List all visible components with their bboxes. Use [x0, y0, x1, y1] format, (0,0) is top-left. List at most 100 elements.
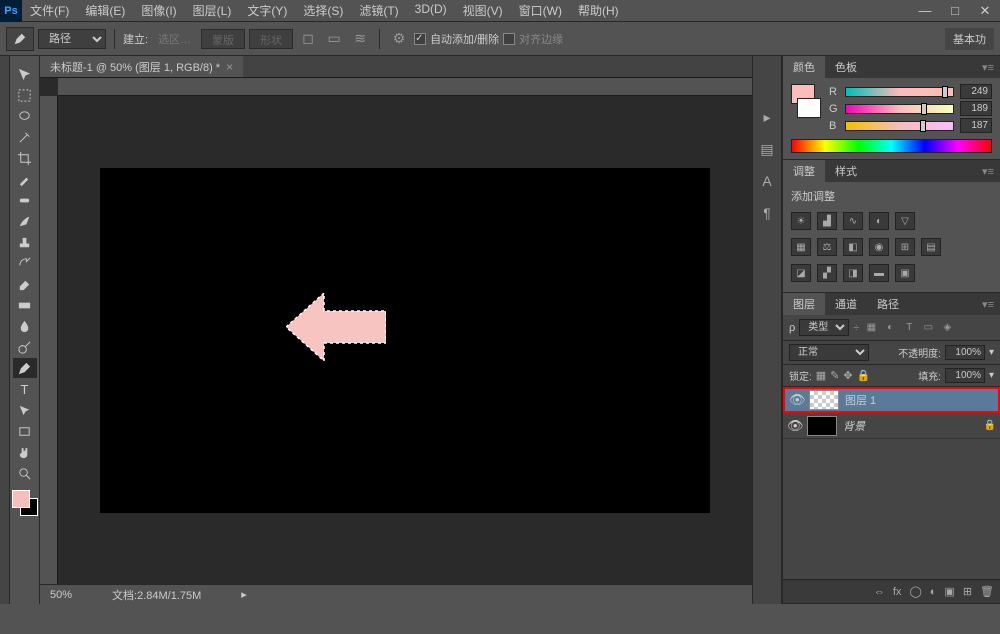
zoom-tool[interactable]: [13, 463, 37, 483]
pen-tool[interactable]: [13, 358, 37, 378]
path-op-icon[interactable]: ◻: [297, 28, 319, 50]
tab-close-icon[interactable]: ×: [226, 60, 233, 74]
lasso-tool[interactable]: [13, 106, 37, 126]
menu-edit[interactable]: 编辑(E): [77, 0, 133, 22]
filter-shape-icon[interactable]: ▭: [920, 321, 936, 335]
shape-btn[interactable]: 形状: [249, 29, 293, 49]
workspace-label[interactable]: 基本功: [945, 28, 994, 50]
stamp-tool[interactable]: [13, 232, 37, 252]
zoom-level[interactable]: 50%: [50, 589, 72, 601]
layer-item[interactable]: 👁 背景 🔒: [783, 413, 1000, 439]
spectrum-ramp[interactable]: [791, 139, 992, 153]
gear-icon[interactable]: ⚙: [388, 28, 410, 50]
history-panel-icon[interactable]: ▸: [756, 106, 778, 128]
maximize-button[interactable]: □: [940, 0, 970, 22]
align-icon[interactable]: ▭: [323, 28, 345, 50]
hue-icon[interactable]: ▦: [791, 238, 811, 256]
channel-mixer-icon[interactable]: ⊞: [895, 238, 915, 256]
menu-window[interactable]: 窗口(W): [511, 0, 570, 22]
menu-type[interactable]: 文字(Y): [239, 0, 295, 22]
opacity-input[interactable]: 100%: [945, 345, 985, 360]
invert-icon[interactable]: ◪: [791, 264, 811, 282]
curves-icon[interactable]: ∿: [843, 212, 863, 230]
status-arrow-icon[interactable]: ▸: [241, 588, 247, 601]
lock-pixels-icon[interactable]: ✎: [830, 369, 839, 382]
auto-add-checkbox[interactable]: [414, 33, 426, 45]
selective-color-icon[interactable]: ▣: [895, 264, 915, 282]
tool-mode-select[interactable]: 路径: [38, 29, 106, 49]
tools-collapse-strip[interactable]: [0, 56, 10, 604]
history-brush-tool[interactable]: [13, 253, 37, 273]
color-swatches[interactable]: [12, 490, 38, 516]
threshold-icon[interactable]: ◨: [843, 264, 863, 282]
menu-view[interactable]: 视图(V): [455, 0, 511, 22]
arrange-icon[interactable]: ≋: [349, 28, 371, 50]
move-tool[interactable]: [13, 64, 37, 84]
rectangle-tool[interactable]: [13, 421, 37, 441]
lock-all-icon[interactable]: 🔒: [857, 369, 871, 382]
layer-filter-select[interactable]: 类型: [799, 319, 849, 336]
wand-tool[interactable]: [13, 127, 37, 147]
layer-name[interactable]: 图层 1: [845, 392, 876, 408]
r-slider[interactable]: [845, 87, 954, 97]
link-layers-icon[interactable]: ⇔: [874, 586, 885, 598]
mask-btn[interactable]: 蒙版: [201, 29, 245, 49]
levels-icon[interactable]: ▟: [817, 212, 837, 230]
exposure-icon[interactable]: ◐: [869, 212, 889, 230]
menu-layer[interactable]: 图层(L): [185, 0, 240, 22]
filter-smart-icon[interactable]: ◈: [939, 321, 955, 335]
bg-preview[interactable]: [797, 98, 821, 118]
chevron-down-icon[interactable]: ▾: [989, 347, 994, 358]
menu-help[interactable]: 帮助(H): [570, 0, 627, 22]
color-tab[interactable]: 颜色: [783, 56, 825, 78]
filter-pixel-icon[interactable]: ▦: [863, 321, 879, 335]
panel-menu-icon[interactable]: ▾≡: [976, 298, 1000, 311]
lookup-icon[interactable]: ▤: [921, 238, 941, 256]
blend-mode-select[interactable]: 正常: [789, 344, 869, 361]
chevron-down-icon[interactable]: ▾: [989, 370, 994, 381]
filter-adjust-icon[interactable]: ◐: [882, 321, 898, 335]
type-tool[interactable]: T: [13, 379, 37, 399]
new-layer-icon[interactable]: ⊞: [963, 585, 972, 598]
layer-item[interactable]: 👁 图层 1: [783, 387, 1000, 413]
new-group-icon[interactable]: ▣: [944, 585, 954, 598]
layer-thumbnail[interactable]: [809, 390, 839, 410]
posterize-icon[interactable]: ▞: [817, 264, 837, 282]
brightness-icon[interactable]: ☀: [791, 212, 811, 230]
heal-tool[interactable]: [13, 190, 37, 210]
fg-color-swatch[interactable]: [12, 490, 30, 508]
properties-panel-icon[interactable]: ▤: [756, 138, 778, 160]
tool-preset[interactable]: [6, 27, 34, 51]
new-fill-icon[interactable]: ◐: [930, 586, 937, 598]
photo-filter-icon[interactable]: ◉: [869, 238, 889, 256]
selection-btn[interactable]: 选区…: [152, 31, 197, 47]
blur-tool[interactable]: [13, 316, 37, 336]
menu-filter[interactable]: 滤镜(T): [351, 0, 406, 22]
menu-3d[interactable]: 3D(D): [407, 0, 455, 22]
menu-image[interactable]: 图像(I): [133, 0, 184, 22]
visibility-icon[interactable]: 👁: [789, 392, 803, 408]
swatches-tab[interactable]: 色板: [825, 56, 867, 78]
b-slider[interactable]: [845, 121, 954, 131]
menu-file[interactable]: 文件(F): [22, 0, 77, 22]
bw-icon[interactable]: ◧: [843, 238, 863, 256]
lock-position-icon[interactable]: ✥: [843, 369, 852, 382]
layers-tab[interactable]: 图层: [783, 293, 825, 315]
layer-thumbnail[interactable]: [807, 416, 837, 436]
layer-mask-icon[interactable]: ◯: [909, 585, 921, 598]
lock-trans-icon[interactable]: ▦: [816, 369, 826, 382]
menu-select[interactable]: 选择(S): [295, 0, 351, 22]
styles-tab[interactable]: 样式: [825, 160, 867, 182]
character-panel-icon[interactable]: A: [756, 170, 778, 192]
path-select-tool[interactable]: [13, 400, 37, 420]
balance-icon[interactable]: ⚖: [817, 238, 837, 256]
eyedropper-tool[interactable]: [13, 169, 37, 189]
b-value[interactable]: 187: [960, 118, 992, 133]
eraser-tool[interactable]: [13, 274, 37, 294]
panel-menu-icon[interactable]: ▾≡: [976, 165, 1000, 178]
dodge-tool[interactable]: [13, 337, 37, 357]
adjustments-tab[interactable]: 调整: [783, 160, 825, 182]
canvas-viewport[interactable]: [58, 96, 752, 584]
close-button[interactable]: ✕: [970, 0, 1000, 22]
r-value[interactable]: 249: [960, 84, 992, 99]
